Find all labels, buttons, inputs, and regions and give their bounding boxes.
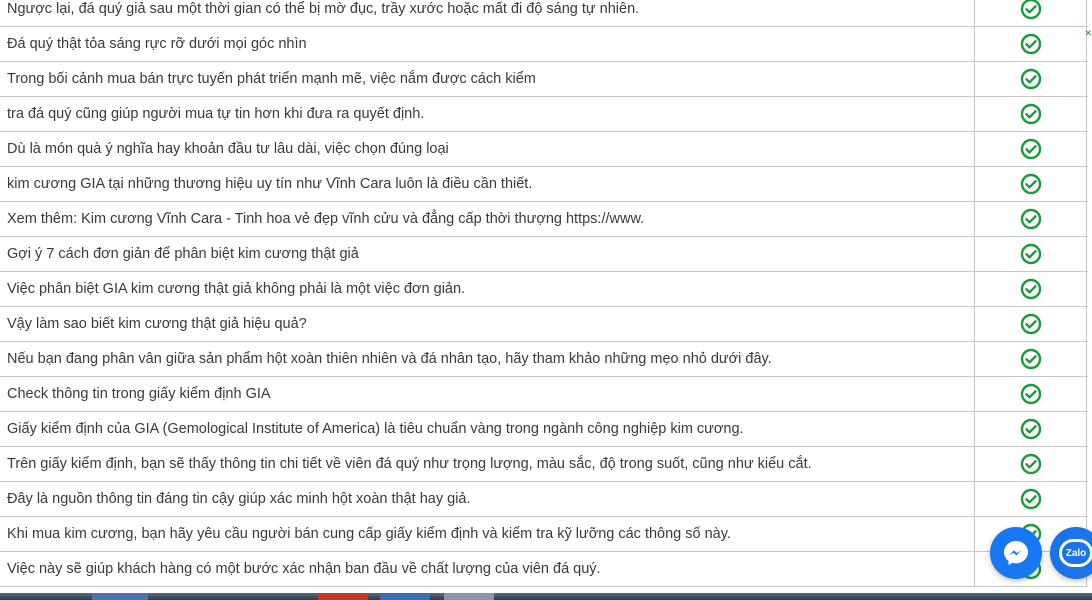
- check-cell: [975, 132, 1087, 166]
- row-text: Dù là món quà ý nghĩa hay khoản đầu tư l…: [0, 132, 975, 166]
- check-cell: [975, 412, 1087, 446]
- taskbar-button[interactable]: [92, 593, 148, 600]
- row-text: Trên giấy kiểm định, bạn sẽ thấy thông t…: [0, 447, 975, 481]
- check-cell: [975, 237, 1087, 271]
- check-circle-icon: [1020, 383, 1041, 405]
- taskbar-button[interactable]: [318, 593, 368, 600]
- check-circle-icon: [1020, 348, 1041, 370]
- table-row: Nếu bạn đang phân vân giữa sản phẩm hột …: [0, 342, 1088, 377]
- check-circle-icon: [1020, 453, 1041, 475]
- table-row: Xem thêm: Kim cương Vĩnh Cara - Tinh hoa…: [0, 202, 1088, 237]
- table-row: kim cương GIA tại những thương hiệu uy t…: [0, 167, 1088, 202]
- row-text: Nếu bạn đang phân vân giữa sản phẩm hột …: [0, 342, 975, 376]
- check-circle-icon: [1020, 33, 1041, 55]
- row-text: kim cương GIA tại những thương hiệu uy t…: [0, 167, 975, 201]
- row-text: Trong bối cảnh mua bán trực tuyến phát t…: [0, 62, 975, 96]
- table-row: Giấy kiểm định của GIA (Gemological Inst…: [0, 412, 1088, 447]
- check-circle-icon: [1020, 103, 1041, 125]
- messenger-icon: [1004, 541, 1028, 565]
- check-circle-icon: [1020, 138, 1041, 160]
- check-cell: [975, 97, 1087, 131]
- row-text: Xem thêm: Kim cương Vĩnh Cara - Tinh hoa…: [0, 202, 975, 236]
- row-text: Check thông tin trong giấy kiểm định GIA: [0, 377, 975, 411]
- zalo-label: Zalo: [1065, 547, 1087, 559]
- results-table: Ngược lại, đá quý giả sau một thời gian …: [0, 0, 1088, 587]
- table-row: Khi mua kim cương, bạn hãy yêu cầu người…: [0, 517, 1088, 552]
- check-cell: [975, 342, 1087, 376]
- table-row: Đây là nguồn thông tin đáng tin cậy giúp…: [0, 482, 1088, 517]
- table-row: Trong bối cảnh mua bán trực tuyến phát t…: [0, 62, 1088, 97]
- table-row: tra đá quý cũng giúp người mua tự tin hơ…: [0, 97, 1088, 132]
- taskbar-button[interactable]: [380, 593, 430, 600]
- table-row: Trên giấy kiểm định, bạn sẽ thấy thông t…: [0, 447, 1088, 482]
- taskbar-button[interactable]: [444, 593, 494, 600]
- table-row: Việc phân biệt GIA kim cương thật giả kh…: [0, 272, 1088, 307]
- check-circle-icon: [1020, 278, 1041, 300]
- table-row: Ngược lại, đá quý giả sau một thời gian …: [0, 0, 1088, 27]
- table-row: Gợi ý 7 cách đơn giản để phân biệt kim c…: [0, 237, 1088, 272]
- check-cell: [975, 307, 1087, 341]
- check-circle-icon: [1020, 313, 1041, 335]
- check-circle-icon: [1020, 208, 1041, 230]
- zalo-icon: Zalo: [1059, 539, 1092, 567]
- table-row: Đá quý thật tỏa sáng rực rỡ dưới mọi góc…: [0, 27, 1088, 62]
- table-row: Việc này sẽ giúp khách hàng có một bước …: [0, 552, 1088, 587]
- check-cell: [975, 377, 1087, 411]
- check-cell: [975, 0, 1087, 26]
- table-row: Check thông tin trong giấy kiểm định GIA: [0, 377, 1088, 412]
- check-cell: [975, 447, 1087, 481]
- check-cell: [975, 482, 1087, 516]
- table-row: Vậy làm sao biết kim cương thật giả hiệu…: [0, 307, 1088, 342]
- check-circle-icon: [1020, 68, 1041, 90]
- check-circle-icon: [1020, 488, 1041, 510]
- check-circle-icon: [1020, 243, 1041, 265]
- check-cell: [975, 167, 1087, 201]
- check-cell: [975, 27, 1087, 61]
- check-cell: [975, 202, 1087, 236]
- check-cell: [975, 272, 1087, 306]
- row-text: Việc này sẽ giúp khách hàng có một bước …: [0, 552, 975, 586]
- row-text: Đá quý thật tỏa sáng rực rỡ dưới mọi góc…: [0, 27, 975, 61]
- check-circle-icon: [1020, 418, 1041, 440]
- messenger-chat-button[interactable]: [990, 527, 1042, 579]
- taskbar: [0, 593, 1092, 600]
- row-text: Ngược lại, đá quý giả sau một thời gian …: [0, 0, 975, 26]
- check-cell: [975, 62, 1087, 96]
- row-text: tra đá quý cũng giúp người mua tự tin hơ…: [0, 97, 975, 131]
- check-circle-icon: [1020, 0, 1041, 20]
- check-circle-icon: [1020, 173, 1041, 195]
- table-row: Dù là món quà ý nghĩa hay khoản đầu tư l…: [0, 132, 1088, 167]
- edge-marker: ✕: [1084, 28, 1092, 38]
- row-text: Khi mua kim cương, bạn hãy yêu cầu người…: [0, 517, 975, 551]
- row-text: Đây là nguồn thông tin đáng tin cậy giúp…: [0, 482, 975, 516]
- row-text: Việc phân biệt GIA kim cương thật giả kh…: [0, 272, 975, 306]
- row-text: Gợi ý 7 cách đơn giản để phân biệt kim c…: [0, 237, 975, 271]
- row-text: Vậy làm sao biết kim cương thật giả hiệu…: [0, 307, 975, 341]
- row-text: Giấy kiểm định của GIA (Gemological Inst…: [0, 412, 975, 446]
